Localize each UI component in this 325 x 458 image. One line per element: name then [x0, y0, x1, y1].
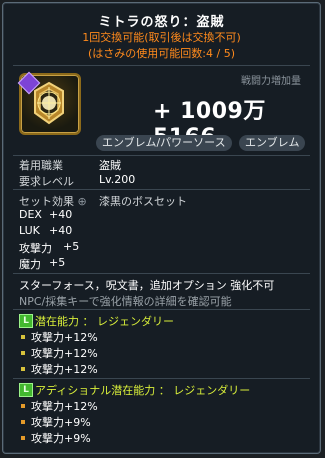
legendary-grade-icon: L	[19, 383, 33, 397]
divider	[13, 273, 310, 274]
divider	[13, 378, 310, 379]
bullet-icon	[21, 351, 25, 355]
item-title: ミトラの怒り：盗賊	[98, 15, 225, 30]
bullet-icon	[21, 436, 25, 440]
category-tag: エンブレム/パワーソース	[96, 135, 232, 151]
scissors-info: (はさみの使用可能回数:4 / 5)	[88, 47, 235, 60]
bullet-icon	[21, 335, 25, 339]
set-stat-matk-value: +5	[49, 256, 66, 269]
set-stat-atk-value: +5	[63, 240, 80, 253]
potential-grade-label: 潜在能力 ： レジェンダリー	[35, 315, 174, 328]
set-stat-dex-name: DEX	[19, 208, 42, 221]
divider	[13, 155, 310, 156]
bullet-icon	[21, 367, 25, 371]
lock-icon: ⊕	[74, 195, 87, 208]
power-increase-label: 戦闘力増加量	[241, 76, 301, 87]
legendary-grade-icon: L	[19, 314, 33, 328]
bullet-icon	[21, 420, 25, 424]
req-level-value: Lv.200	[99, 173, 136, 186]
subcategory-tag: エンブレム	[239, 135, 306, 151]
set-effect-text: セット効果	[19, 195, 74, 208]
set-stat-luk-value: +40	[49, 224, 73, 237]
additional-line-3: 攻撃力+9%	[31, 432, 91, 445]
set-stat-atk-name: 攻撃力	[19, 242, 52, 255]
req-level-label: 要求レベル	[19, 175, 74, 188]
set-name: 漆黒のボスセット	[99, 195, 187, 208]
additional-line-1: 攻撃力+12%	[31, 400, 98, 413]
set-stat-matk-name: 魔力	[19, 258, 41, 271]
set-stat-luk-name: LUK	[19, 224, 40, 237]
potential-line-1: 攻撃力+12%	[31, 331, 98, 344]
potential-line-2: 攻撃力+12%	[31, 347, 98, 360]
set-stat-dex-value: +40	[49, 208, 73, 221]
divider	[13, 189, 310, 190]
enhance-restriction-note: スターフォース，呪文書，追加オプション 強化不可	[19, 279, 275, 292]
bullet-icon	[21, 404, 25, 408]
additional-line-2: 攻撃力+9%	[31, 416, 91, 429]
req-job-label: 着用職業	[19, 159, 63, 172]
divider	[13, 309, 310, 310]
divider	[13, 65, 310, 66]
additional-potential-grade-label: アディショナル潜在能力 ： レジェンダリー	[35, 384, 251, 397]
enhance-info-note: NPC/採集キーで強化情報の詳細を確認可能	[19, 295, 232, 308]
trade-info: 1回交換可能(取引後は交換不可)	[82, 31, 241, 44]
set-effect-label: セット効果 ⊕	[19, 193, 87, 209]
item-tooltip: ミトラの怒り：盗賊 1回交換可能(取引後は交換不可) (はさみの使用可能回数:4…	[2, 2, 321, 454]
req-job-value: 盗賊	[99, 159, 121, 172]
potential-line-3: 攻撃力+12%	[31, 363, 98, 376]
